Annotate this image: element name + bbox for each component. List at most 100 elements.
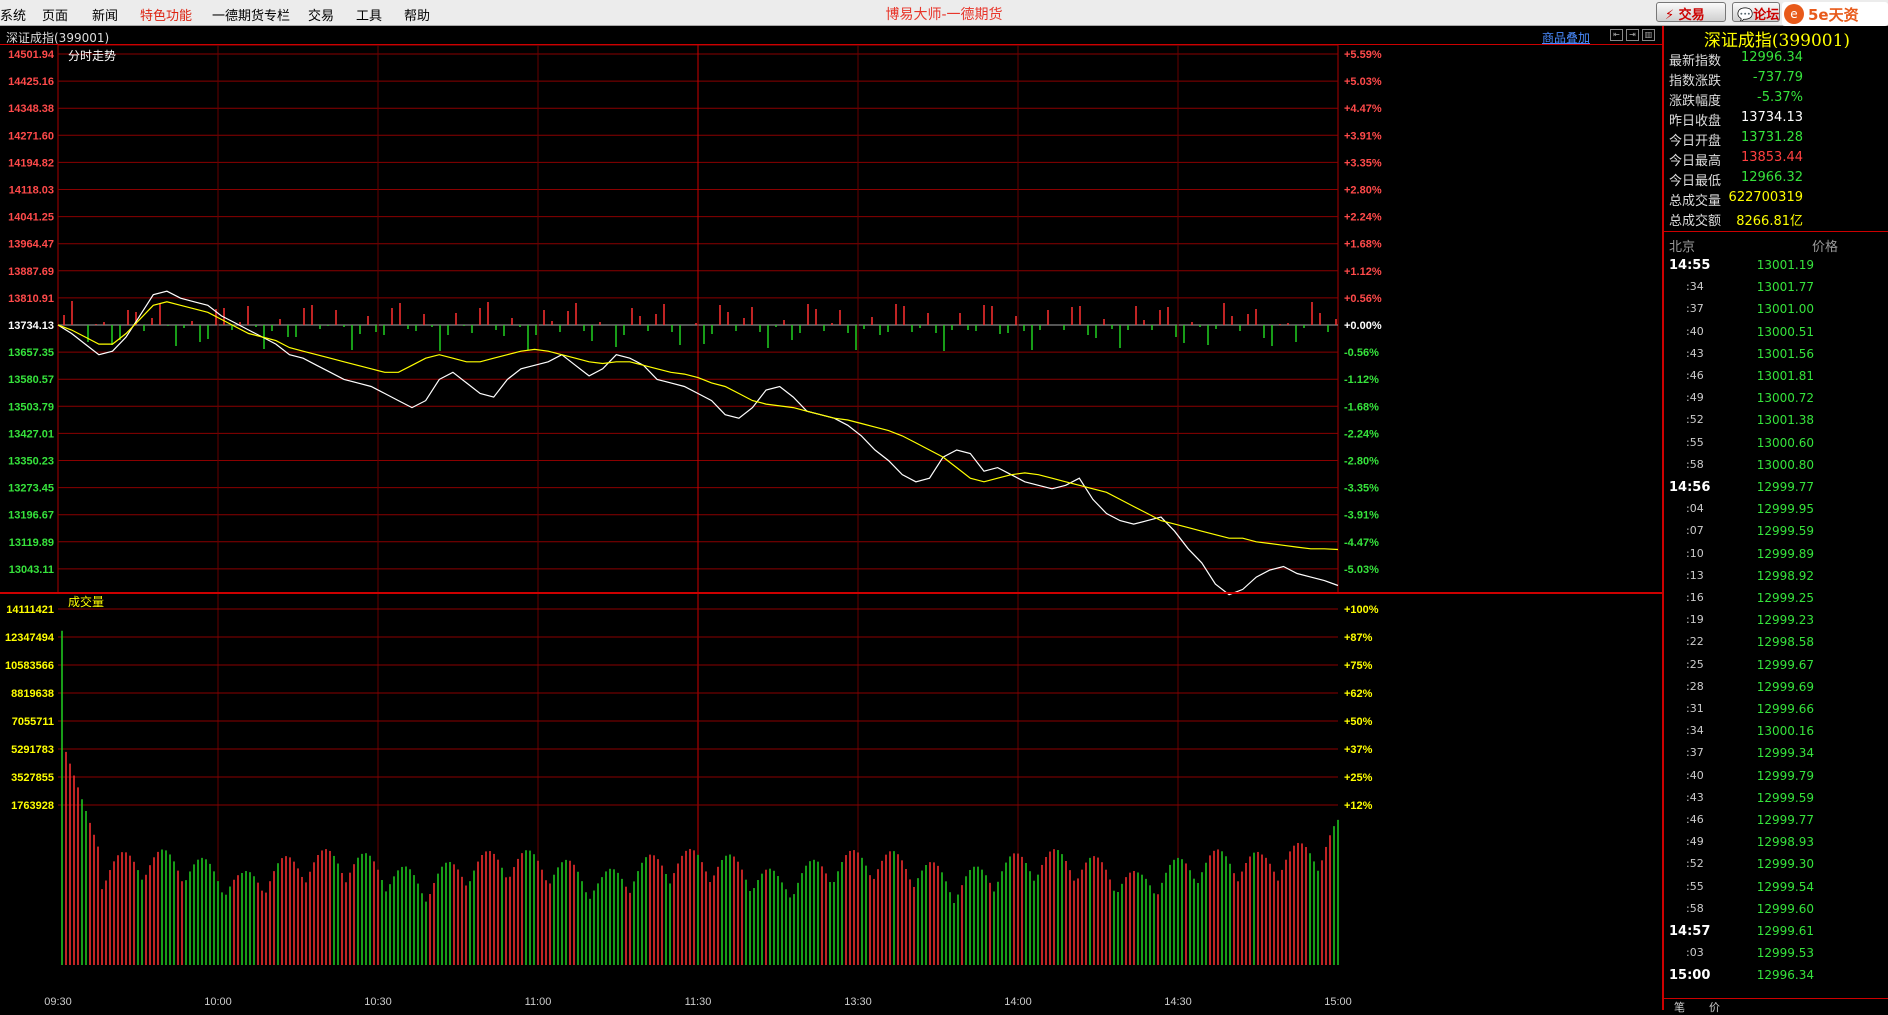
tick-price: 12998.58 — [1756, 635, 1814, 650]
tick-time: :52 — [1686, 857, 1704, 871]
tick-row: :28 12999.69 — [1664, 677, 1888, 699]
quote-value: -5.37% — [1757, 90, 1803, 105]
tick-time: :49 — [1686, 835, 1704, 849]
tick-price: 12999.67 — [1756, 657, 1814, 672]
forum-button[interactable]: 💬论坛 — [1732, 2, 1780, 22]
tick-price: 12999.89 — [1756, 546, 1814, 561]
tick-time: :13 — [1686, 568, 1704, 582]
shrink-icon[interactable]: ⇤ — [1610, 29, 1623, 41]
tick-time: :43 — [1686, 790, 1704, 804]
site-logo: e 5e天资 — [1782, 2, 1888, 26]
tick-row: :37 13001.00 — [1664, 299, 1888, 321]
tick-price: 13000.72 — [1756, 391, 1814, 406]
tick-row: :55 13000.60 — [1664, 433, 1888, 455]
quote-label: 昨日收盘 — [1669, 114, 1722, 129]
price-tick-label: 13273.45 — [8, 483, 54, 495]
tick-price: 13000.60 — [1756, 435, 1814, 450]
expand-icon[interactable]: ⇥ — [1626, 29, 1639, 41]
pct-tick-label: -1.68% — [1344, 401, 1379, 413]
tick-row: :19 12999.23 — [1664, 610, 1888, 632]
tick-row: :37 12999.34 — [1664, 743, 1888, 765]
price-tick-label: 13580.57 — [8, 374, 54, 386]
layout-icon[interactable]: ▥ — [1642, 29, 1655, 41]
tick-price: 12999.25 — [1756, 591, 1814, 605]
time-tick-label: 14:30 — [1164, 996, 1192, 1008]
tick-footer-left[interactable]: 笔 — [1674, 999, 1685, 1015]
tick-row: :49 12998.93 — [1664, 832, 1888, 854]
overlay-link[interactable]: 商品叠加 — [1542, 29, 1590, 46]
chat-icon: 💬 — [1737, 8, 1754, 22]
price-tick-label: 13964.47 — [8, 239, 54, 251]
tick-time: :07 — [1686, 524, 1704, 538]
price-tick-label: 14501.94 — [8, 49, 55, 61]
price-tick-label: 13196.67 — [8, 510, 54, 522]
time-tick-label: 10:00 — [204, 996, 232, 1008]
tick-row: 14:55 13001.19 — [1664, 255, 1888, 277]
price-tick-label: 13657.35 — [8, 347, 54, 359]
pct-tick-label: +1.12% — [1344, 266, 1382, 278]
tick-row: :34 13000.16 — [1664, 721, 1888, 743]
time-tick-label: 13:30 — [844, 996, 872, 1008]
chart-header: 深证成指(399001) 商品叠加 ⇤ ⇥ ▥ — [0, 26, 1662, 45]
tick-price: 13001.19 — [1756, 258, 1814, 272]
quote-label: 总成交额 — [1669, 214, 1722, 229]
tick-price: 12999.69 — [1756, 679, 1814, 694]
tick-footer-right[interactable]: 价 — [1709, 999, 1720, 1015]
quote-value: 12966.32 — [1740, 170, 1803, 185]
quote-value: 8266.81亿 — [1736, 214, 1803, 229]
tick-time: :04 — [1686, 502, 1704, 516]
pct-tick-label: -0.56% — [1344, 347, 1379, 359]
tick-time: :49 — [1686, 391, 1704, 405]
tick-time: :37 — [1686, 746, 1704, 760]
tick-price: 13001.56 — [1756, 346, 1814, 361]
tick-price: 12999.61 — [1756, 924, 1814, 938]
tick-price: 12999.60 — [1756, 901, 1814, 916]
intraday-chart[interactable]: 14501.94 +5.59% 14425.16 +5.03% 14348.38 +4.4… — [0, 45, 1662, 1010]
tick-time: :46 — [1686, 369, 1704, 382]
quote-label: 涨跌幅度 — [1669, 94, 1722, 109]
price-tick-label: 13503.79 — [8, 401, 54, 413]
tick-price: 12999.77 — [1756, 813, 1814, 827]
trade-button[interactable]: ⚡ 交易 — [1656, 2, 1726, 23]
tick-row: :46 13001.81 — [1664, 366, 1888, 388]
tick-price: 12999.53 — [1756, 946, 1814, 961]
time-tick-label: 14:00 — [1004, 996, 1032, 1008]
pct-tick-label: -3.35% — [1344, 483, 1379, 495]
quote-value: 622700319 — [1728, 190, 1803, 205]
volume-tick-label: 3527855 — [11, 772, 54, 784]
tick-row: :07 12999.59 — [1664, 521, 1888, 543]
pct-tick-label: +3.35% — [1344, 157, 1382, 169]
pct-tick-label: +4.47% — [1344, 103, 1382, 115]
tick-time: :43 — [1686, 346, 1704, 360]
tick-price: 12999.30 — [1756, 857, 1814, 872]
price-tick-label: 13734.13 — [8, 320, 54, 332]
price-tick-label: 13887.69 — [8, 266, 54, 278]
price-panel-label: 分时走势 — [68, 49, 116, 63]
pct-tick-label: +3.91% — [1344, 130, 1382, 142]
tick-price: 12999.23 — [1756, 613, 1814, 628]
volume-panel-label: 成交量 — [68, 594, 104, 609]
time-tick-label: 15:00 — [1324, 996, 1352, 1008]
volume-tick-label: 8819638 — [11, 688, 54, 700]
pct-tick-label: -2.24% — [1344, 428, 1379, 440]
tick-price: 12999.66 — [1756, 702, 1814, 716]
pct-tick-label: +0.56% — [1344, 293, 1382, 305]
volume-pct-label: +12% — [1344, 800, 1373, 812]
tick-price: 12999.54 — [1756, 879, 1814, 894]
tick-time: :37 — [1686, 302, 1704, 316]
pct-tick-label: +0.00% — [1344, 320, 1382, 332]
tick-time: 14:55 — [1669, 258, 1711, 273]
volume-pct-label: +87% — [1344, 632, 1373, 644]
tick-price: 12998.92 — [1756, 568, 1814, 583]
quote-value: 13734.13 — [1740, 110, 1803, 125]
tick-time: :58 — [1686, 901, 1704, 915]
tick-time: 14:56 — [1669, 480, 1711, 495]
volume-pct-label: +75% — [1344, 660, 1373, 672]
tick-time: :25 — [1686, 657, 1704, 671]
pct-tick-label: +5.03% — [1344, 76, 1382, 88]
tick-time: :10 — [1686, 546, 1704, 560]
tick-price: 13001.77 — [1756, 280, 1814, 295]
volume-tick-label: 1763928 — [11, 800, 54, 812]
tick-time: :58 — [1686, 457, 1704, 471]
tick-time: :31 — [1686, 702, 1704, 715]
